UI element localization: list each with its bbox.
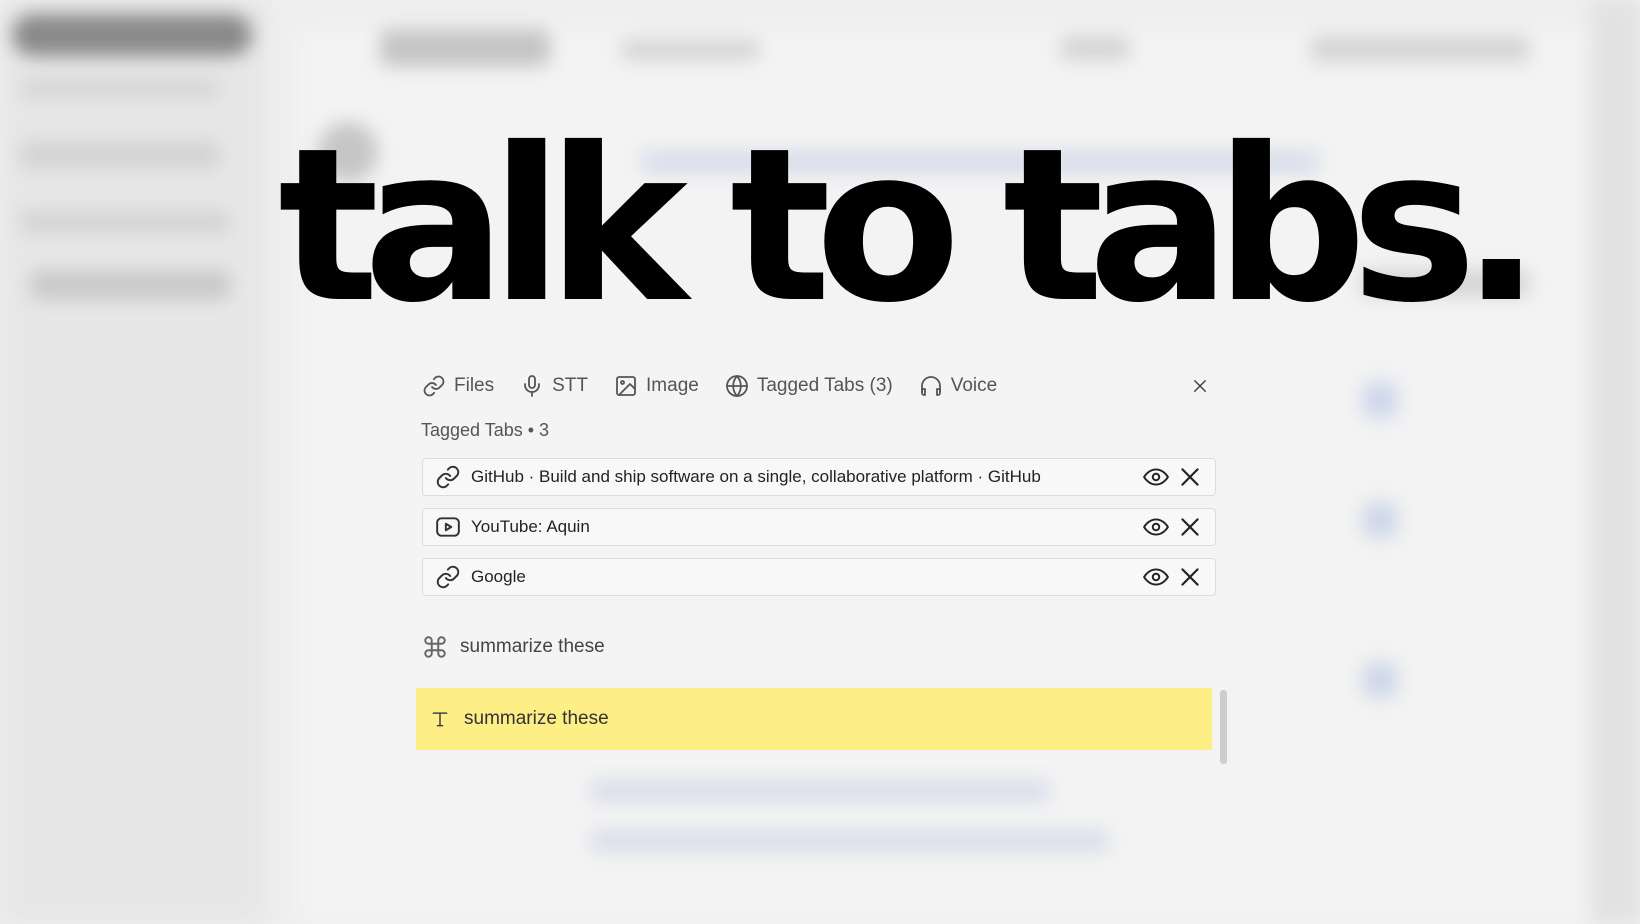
toolbar: Files STT Image Tagged Tabs (3) Voice <box>422 370 1214 402</box>
background-bar <box>20 140 220 170</box>
view-tab-button[interactable] <box>1143 464 1169 490</box>
suggestion-label: summarize these <box>460 636 605 657</box>
tagged-tabs-list: GitHub · Build and ship software on a si… <box>422 458 1216 608</box>
close-icon <box>1181 518 1199 536</box>
remove-tab-button[interactable] <box>1177 564 1203 590</box>
headphones-icon <box>920 376 941 396</box>
microphone-icon <box>524 375 541 397</box>
image-button[interactable]: Image <box>614 374 699 398</box>
background-bar <box>590 780 1050 802</box>
prompt-input-row[interactable] <box>416 688 1212 750</box>
tagged-tabs-button[interactable]: Tagged Tabs (3) <box>725 374 893 398</box>
stt-button[interactable]: STT <box>520 374 588 398</box>
files-label: Files <box>454 375 495 396</box>
youtube-icon <box>435 514 461 540</box>
background-blob <box>1360 660 1400 700</box>
tagged-tabs-label: Tagged Tabs (3) <box>756 375 893 396</box>
text-icon <box>432 712 448 727</box>
close-icon <box>1181 568 1199 586</box>
scrollbar[interactable] <box>1220 690 1227 764</box>
background-blob <box>1360 500 1400 540</box>
voice-button[interactable]: Voice <box>919 374 997 398</box>
tagged-tab-github[interactable]: GitHub · Build and ship software on a si… <box>422 458 1216 496</box>
headline: talk to tabs. <box>278 102 1542 349</box>
remove-tab-button[interactable] <box>1177 464 1203 490</box>
background-bar <box>620 40 760 60</box>
eye-icon <box>1143 518 1169 536</box>
close-icon <box>1194 380 1206 392</box>
globe-icon <box>725 375 748 397</box>
tagged-tab-title: Google <box>471 567 526 586</box>
link-icon <box>435 464 461 490</box>
background-pill <box>12 14 252 56</box>
image-icon <box>616 376 636 396</box>
voice-label: Voice <box>950 375 998 396</box>
background-bar <box>20 80 220 98</box>
tagged-tab-title: GitHub · Build and ship software on a si… <box>471 467 1041 486</box>
background-right-edge <box>1590 0 1640 924</box>
command-suggestion[interactable]: summarize these <box>422 634 605 660</box>
tagged-tabs-title: Tagged Tabs • 3 <box>421 420 550 440</box>
prompt-input[interactable] <box>462 707 1212 731</box>
link-icon <box>435 564 461 590</box>
background-bar <box>590 830 1110 852</box>
close-panel-button[interactable] <box>1186 372 1214 400</box>
background-bar <box>30 270 230 300</box>
background-bar <box>1310 36 1530 62</box>
close-icon <box>1181 468 1199 486</box>
background-bar <box>380 30 550 66</box>
link-icon <box>423 375 445 397</box>
view-tab-button[interactable] <box>1143 514 1169 540</box>
eye-icon <box>1143 568 1169 586</box>
tagged-tab-google[interactable]: Google <box>422 558 1216 596</box>
files-button[interactable]: Files <box>422 374 494 398</box>
stt-label: STT <box>552 375 589 396</box>
tagged-tabs-panel: Files STT Image Tagged Tabs (3) Voice Ta… <box>408 352 1228 764</box>
background-sidebar <box>0 0 268 924</box>
tagged-tab-title: YouTube: Aquin <box>471 517 590 536</box>
tagged-tab-youtube[interactable]: YouTube: Aquin <box>422 508 1216 546</box>
background-blob <box>1360 380 1400 420</box>
remove-tab-button[interactable] <box>1177 514 1203 540</box>
command-icon <box>424 636 446 658</box>
background-bar <box>20 210 230 234</box>
background-bar <box>1060 36 1130 60</box>
image-label: Image <box>646 375 699 396</box>
view-tab-button[interactable] <box>1143 564 1169 590</box>
eye-icon <box>1143 468 1169 486</box>
